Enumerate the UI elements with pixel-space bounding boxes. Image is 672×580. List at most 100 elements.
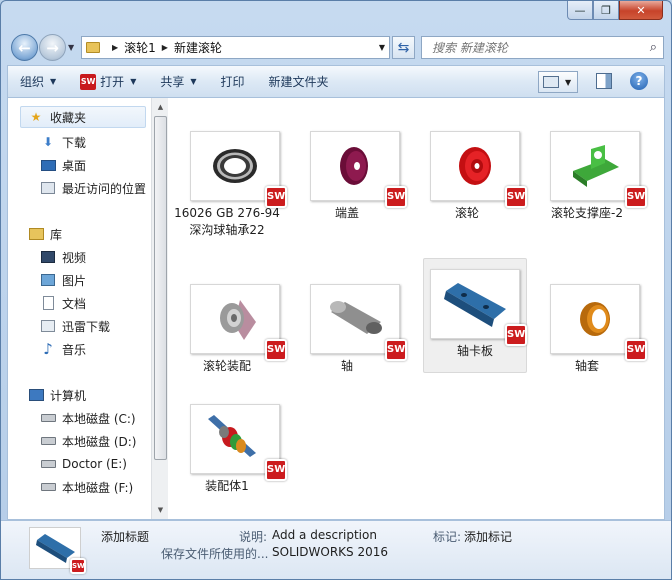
- refresh-button[interactable]: ⇆: [392, 36, 415, 59]
- file-item[interactable]: SW 轴套: [535, 273, 647, 391]
- back-arrow-icon: ←: [18, 38, 31, 57]
- file-item[interactable]: SW 装配体1: [175, 393, 287, 511]
- organize-menu[interactable]: 组织 ▼: [20, 73, 56, 90]
- caret-down-icon[interactable]: ▼: [565, 78, 571, 87]
- nav-item-videos[interactable]: 视频: [40, 246, 86, 268]
- forward-arrow-icon: →: [46, 38, 59, 57]
- desktop-icon: [40, 158, 56, 172]
- preview-pane-icon[interactable]: [596, 73, 612, 89]
- solidworks-icon: SW: [80, 73, 97, 90]
- nav-item-recent[interactable]: 最近访问的位置: [40, 177, 146, 199]
- nav-item-downloads[interactable]: ⬇ 下载: [40, 131, 86, 153]
- back-button[interactable]: ←: [11, 34, 38, 61]
- print-label: 打印: [220, 75, 245, 89]
- nav-item-label: 本地磁盘 (F:): [62, 480, 134, 495]
- nav-item-pictures[interactable]: 图片: [40, 269, 86, 291]
- title-field[interactable]: 添加标题: [101, 528, 149, 545]
- close-button[interactable]: ✕: [619, 1, 663, 20]
- file-item[interactable]: SW 滚轮: [415, 120, 527, 238]
- breadcrumb-item[interactable]: 新建滚轮: [174, 39, 222, 56]
- nav-computer-label: 计算机: [50, 388, 87, 403]
- nav-item-label: 音乐: [62, 342, 87, 357]
- nav-item-label: 本地磁盘 (C:): [62, 411, 136, 426]
- saved-with-label: 保存文件所使用的...: [161, 547, 269, 561]
- maximize-button[interactable]: ❐: [593, 1, 619, 20]
- scroll-thumb[interactable]: [154, 116, 167, 460]
- nav-item-label: 文档: [62, 296, 87, 311]
- new-folder-button[interactable]: 新建文件夹: [269, 73, 329, 90]
- explorer-window: — ❐ ✕ ← → ▼ ▶ 滚轮1 ▶ 新建滚轮 ▼ ⇆ ⌕ 组织▼ SW打开▼…: [0, 0, 672, 580]
- address-dropdown-icon[interactable]: ▼: [379, 43, 385, 52]
- nav-item-label: 视频: [62, 250, 87, 265]
- folder-icon: [86, 42, 100, 53]
- address-row: ← → ▼ ▶ 滚轮1 ▶ 新建滚轮 ▼ ⇆ ⌕: [1, 31, 671, 65]
- change-view-button[interactable]: ▼: [538, 71, 578, 93]
- details-pane: SW 添加标题 说明: Add a description 标记: 添加标记 保…: [1, 520, 671, 579]
- file-thumbnail: SW: [430, 269, 527, 346]
- description-field[interactable]: Add a description: [272, 528, 377, 542]
- file-item[interactable]: SW 16026 GB 276-94 深沟球轴承22: [174, 120, 287, 238]
- chevron-right-icon[interactable]: ▶: [162, 43, 168, 52]
- file-item-selected[interactable]: SW 轴卡板: [423, 258, 527, 373]
- nav-item-drive-d[interactable]: 本地磁盘 (D:): [40, 430, 136, 452]
- file-item[interactable]: SW 轴: [295, 273, 407, 391]
- sleeve-icon: [580, 302, 610, 336]
- details-thumbnail: SW: [29, 527, 86, 574]
- nav-scrollbar[interactable]: ▲ ▼: [151, 98, 168, 519]
- tags-field[interactable]: 添加标记: [464, 528, 512, 545]
- file-label: 滚轮支撑座-2: [551, 206, 623, 220]
- open-menu[interactable]: SW 打开 ▼: [80, 73, 136, 90]
- nav-item-documents[interactable]: 文档: [40, 292, 86, 314]
- file-item[interactable]: SW 滚轮装配: [175, 273, 287, 391]
- caret-down-icon: ▼: [130, 77, 137, 86]
- file-label: 装配体1: [205, 479, 249, 493]
- nav-item-drive-f[interactable]: 本地磁盘 (F:): [40, 476, 133, 498]
- drive-icon: [40, 480, 56, 494]
- print-button[interactable]: 打印: [221, 73, 245, 90]
- drive-icon: [40, 434, 56, 448]
- file-item[interactable]: SW 滚轮支撑座-2: [535, 120, 647, 238]
- star-icon: ★: [30, 110, 42, 124]
- solidworks-badge-icon: SW: [70, 558, 86, 574]
- address-bar[interactable]: ▶ 滚轮1 ▶ 新建滚轮 ▼: [81, 36, 390, 59]
- library-icon: [28, 227, 44, 241]
- caret-down-icon: ▼: [190, 77, 197, 86]
- minimize-button[interactable]: —: [567, 1, 593, 20]
- wheel-assembly-icon: [220, 300, 256, 340]
- recent-places-icon: [40, 181, 56, 195]
- file-label: 滚轮装配: [202, 359, 251, 373]
- search-icon[interactable]: ⌕: [650, 40, 657, 55]
- system-drive-icon: [40, 411, 56, 425]
- refresh-icon: ⇆: [397, 39, 410, 56]
- nav-item-thunder-downloads[interactable]: 迅雷下载: [40, 315, 110, 337]
- search-input[interactable]: [432, 40, 632, 55]
- breadcrumb-item[interactable]: 滚轮1: [124, 39, 156, 56]
- view-icon: [543, 76, 559, 88]
- nav-computer[interactable]: 计算机: [28, 384, 86, 406]
- nav-item-drive-c[interactable]: 本地磁盘 (C:): [40, 407, 136, 429]
- recent-pages-dropdown[interactable]: ▼: [68, 43, 74, 52]
- scroll-down-icon[interactable]: ▼: [154, 503, 167, 517]
- nav-item-music[interactable]: ♪ 音乐: [40, 338, 86, 360]
- help-icon[interactable]: ?: [630, 72, 648, 90]
- nav-libraries[interactable]: 库: [28, 223, 62, 245]
- file-item[interactable]: SW 端盖: [295, 120, 407, 238]
- nav-item-drive-e[interactable]: Doctor (E:): [40, 453, 127, 475]
- chevron-right-icon[interactable]: ▶: [112, 43, 118, 52]
- file-label: 端盖: [334, 206, 359, 220]
- search-box[interactable]: ⌕: [421, 36, 664, 59]
- end-cap-icon: [340, 147, 368, 185]
- forward-button[interactable]: →: [39, 34, 66, 61]
- file-thumbnail: SW: [190, 131, 287, 208]
- bearing-icon: [213, 149, 257, 183]
- nav-item-desktop[interactable]: 桌面: [40, 154, 86, 176]
- saved-with-value: SOLIDWORKS 2016: [272, 545, 389, 559]
- organize-label: 组织: [20, 75, 45, 89]
- shaft-icon: [330, 301, 382, 334]
- file-thumbnail: SW: [190, 404, 287, 481]
- share-menu[interactable]: 共享 ▼: [160, 73, 196, 90]
- nav-favorites[interactable]: ★ 收藏夹: [28, 106, 86, 128]
- scroll-up-icon[interactable]: ▲: [154, 100, 167, 114]
- new-folder-label: 新建文件夹: [268, 75, 329, 89]
- computer-icon: [28, 388, 44, 402]
